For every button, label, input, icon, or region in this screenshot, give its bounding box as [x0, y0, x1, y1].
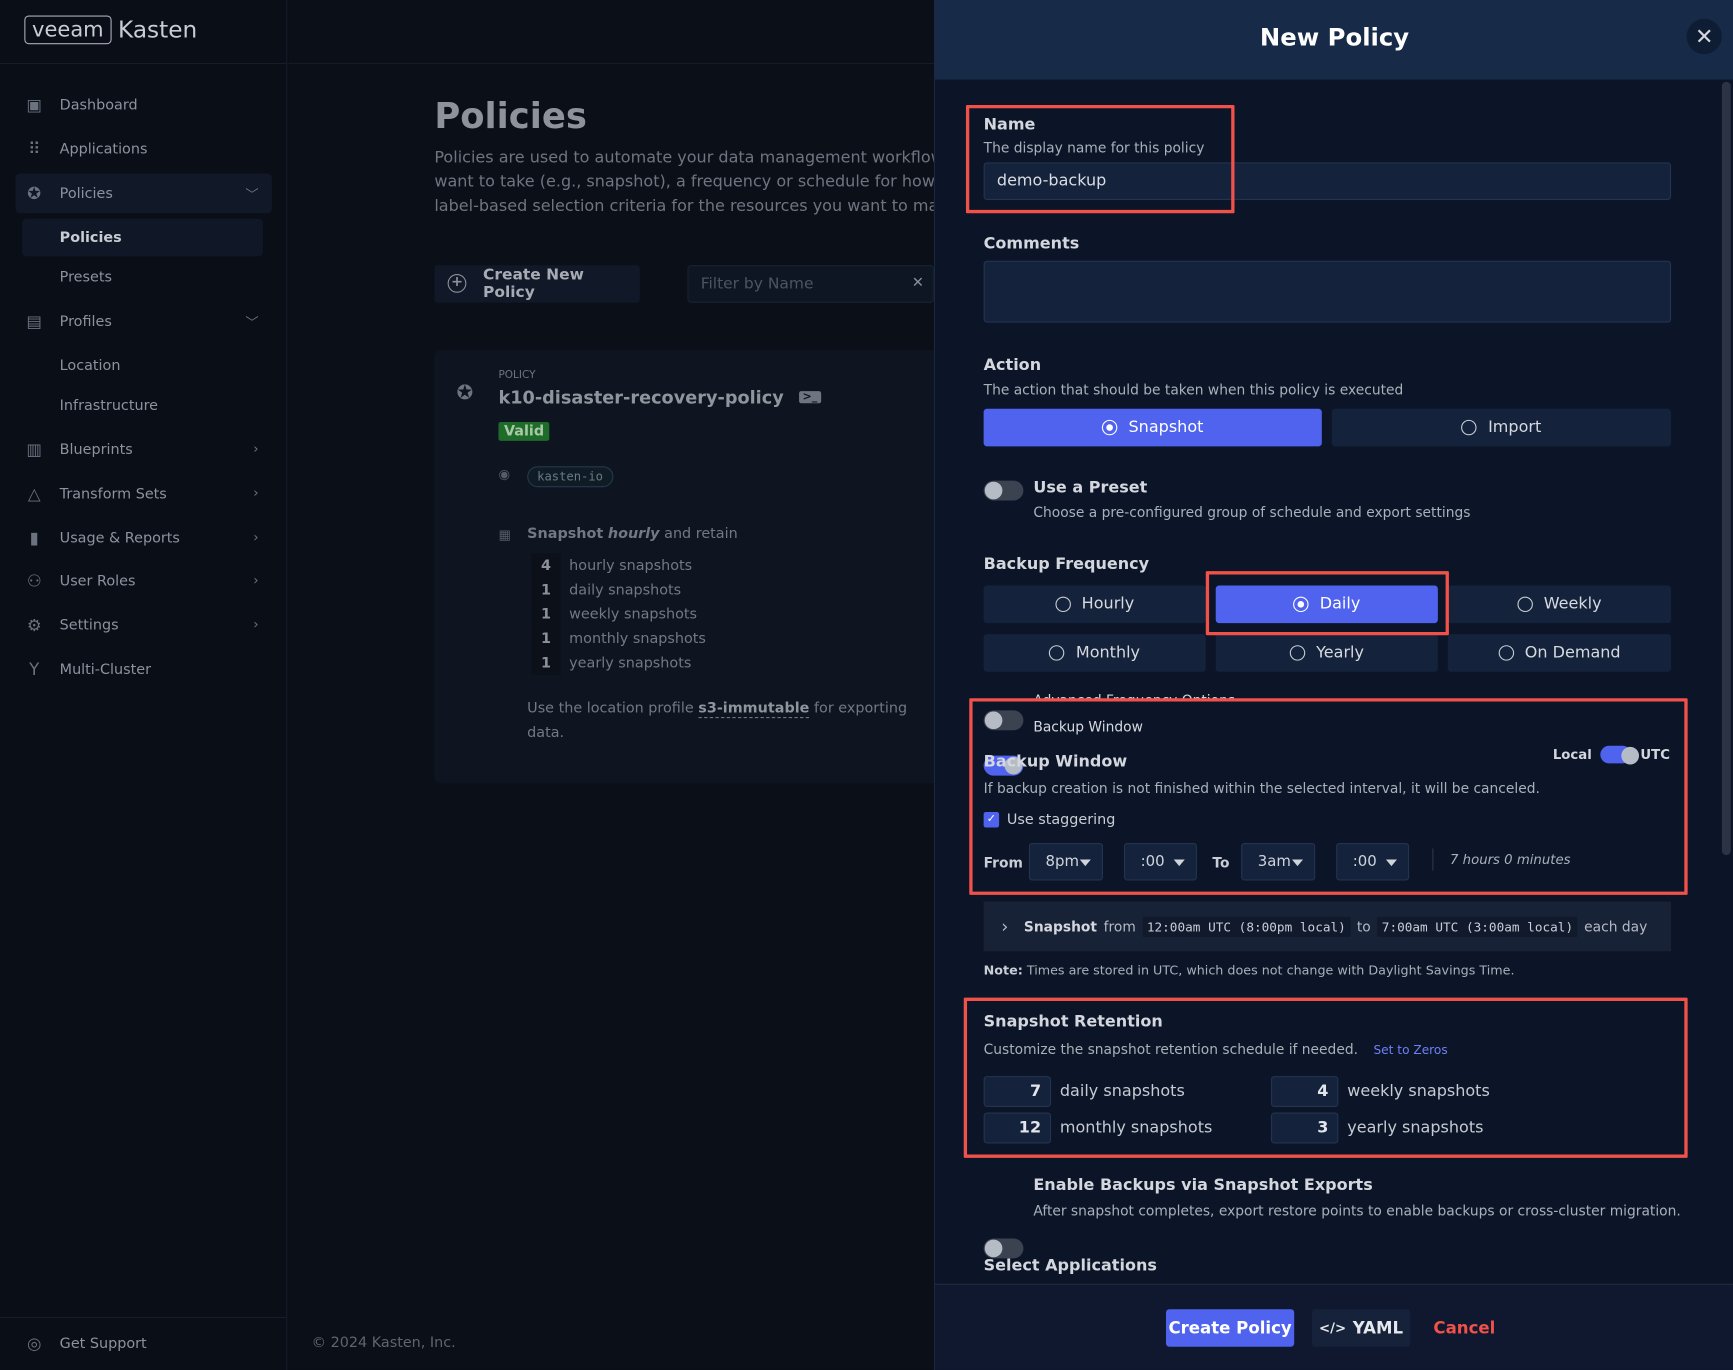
create-policy-button[interactable]: Create Policy — [1165, 1309, 1295, 1347]
highlight-box — [965, 104, 1235, 214]
frequency-hourly-radio[interactable]: Hourly — [983, 585, 1206, 624]
export-info: Use the location profile s3-immutable fo… — [527, 700, 908, 742]
copyright: © 2024 Kasten, Inc. — [311, 1334, 456, 1352]
namespace-tag: kasten-io — [527, 466, 613, 488]
list-item: 1 monthly snapshots — [531, 626, 706, 651]
divider — [288, 62, 934, 65]
list-item: 1 yearly snapshots — [531, 650, 706, 676]
support-icon: ◎ — [27, 1333, 42, 1354]
chevron-down-icon: ﹀ — [245, 314, 259, 331]
plus-circle-icon: + — [447, 273, 467, 293]
panel-header: New Policy ✕ — [934, 0, 1733, 80]
map-icon: ▥ — [26, 439, 43, 460]
chevron-right-icon: › — [1001, 915, 1009, 937]
highlight-box — [1205, 571, 1449, 636]
policy-card[interactable]: ✪ POLICY k10-disaster-recovery-policy >_ … — [434, 350, 943, 784]
sidebar-subitem-location[interactable]: Location — [22, 347, 263, 385]
yaml-button[interactable]: </> YAML — [1311, 1309, 1411, 1347]
radio-icon — [1461, 419, 1478, 436]
retention-list: 4 hourly snapshots 1 daily snapshots 1 week… — [531, 553, 706, 676]
sidebar: veeam Kasten ▣ Dashboard ⠿ Applications ✪ Po… — [0, 0, 288, 1370]
frequency-yearly-radio[interactable]: Yearly — [1215, 634, 1438, 672]
dashboard-icon: ▣ — [26, 95, 43, 115]
ribbon-icon: ✪ — [456, 381, 474, 405]
list-item: 4 hourly snapshots — [531, 553, 706, 578]
radio-icon — [1101, 419, 1118, 436]
snapshot-exports-toggle[interactable] — [983, 1238, 1024, 1259]
comments-textarea[interactable] — [983, 260, 1672, 323]
sidebar-item-applications[interactable]: ⠿ Applications — [15, 129, 271, 169]
code-icon: </> — [1319, 1320, 1347, 1336]
panel-title: New Policy — [1259, 24, 1410, 52]
ribbon-icon: ✪ — [27, 183, 42, 204]
highlight-box — [963, 997, 1688, 1158]
highlight-box — [969, 698, 1688, 895]
sidebar-subitem-infrastructure[interactable]: Infrastructure — [22, 387, 263, 425]
grid-icon: ⠿ — [28, 139, 41, 160]
close-icon[interactable]: ✕ — [1686, 18, 1722, 55]
namespace-icon: ◉ — [498, 466, 511, 482]
chevron-right-icon: › — [253, 616, 259, 632]
gear-icon: ⚙ — [26, 615, 42, 636]
scrollbar-thumb[interactable] — [1721, 81, 1731, 856]
sidebar-subitem-presets[interactable]: Presets — [22, 259, 263, 297]
new-policy-panel: New Policy ✕ Name The display name for t… — [933, 0, 1733, 1370]
sidebar-item-user-roles[interactable]: ⚇ User Roles › — [15, 561, 271, 601]
get-support-link[interactable]: ◎ Get Support — [15, 1324, 271, 1364]
sidebar-item-settings[interactable]: ⚙ Settings › — [15, 605, 271, 645]
status-badge: Valid — [498, 422, 550, 441]
terminal-icon[interactable]: >_ — [799, 391, 821, 404]
frequency-weekly-radio[interactable]: Weekly — [1447, 585, 1672, 624]
chevron-right-icon: › — [253, 529, 259, 545]
schedule-summary[interactable]: › Snapshot from 12:00am UTC (8:00pm local)… — [983, 901, 1672, 952]
branch-icon: Y — [29, 659, 40, 680]
clear-icon[interactable]: ✕ — [912, 275, 924, 292]
policy-name[interactable]: k10-disaster-recovery-policy — [498, 387, 783, 408]
filter-by-name-input[interactable]: Filter by Name ✕ — [687, 265, 934, 303]
sidebar-item-profiles[interactable]: ▤ Profiles ﹀ — [15, 302, 271, 342]
panel-footer: Create Policy </> YAML Cancel — [934, 1283, 1733, 1370]
shapes-icon: △ — [27, 483, 41, 504]
bar-chart-icon: ▮ — [29, 528, 39, 548]
sidebar-item-usage-reports[interactable]: ▮ Usage & Reports › — [15, 518, 271, 558]
frequency-monthly-radio[interactable]: Monthly — [983, 634, 1206, 672]
main-content: Policies Policies are used to automate y… — [288, 0, 943, 1370]
sidebar-item-blueprints[interactable]: ▥ Blueprints › — [15, 430, 271, 470]
document-icon: ▤ — [26, 311, 43, 332]
frequency-on-demand-radio[interactable]: On Demand — [1447, 634, 1672, 672]
chevron-right-icon: › — [253, 440, 259, 457]
action-snapshot-radio[interactable]: Snapshot — [983, 408, 1322, 447]
chevron-down-icon: ﹀ — [245, 186, 259, 203]
action-import-radio[interactable]: Import — [1331, 408, 1672, 447]
list-item: 1 weekly snapshots — [531, 602, 706, 627]
create-new-policy-button[interactable]: + Create New Policy — [434, 265, 640, 303]
calendar-icon: ▦ — [498, 526, 511, 543]
logo: veeam Kasten — [24, 15, 197, 45]
location-profile-link[interactable]: s3-immutable — [698, 700, 810, 719]
chevron-right-icon: › — [253, 572, 259, 588]
divider — [0, 1316, 288, 1319]
users-icon: ⚇ — [26, 571, 42, 592]
sidebar-item-multi-cluster[interactable]: Y Multi-Cluster — [15, 650, 271, 690]
page-title: Policies — [434, 95, 587, 137]
sidebar-item-dashboard[interactable]: ▣ Dashboard — [15, 85, 271, 125]
sidebar-item-transform-sets[interactable]: △ Transform Sets › — [15, 474, 271, 514]
chevron-right-icon: › — [253, 485, 259, 501]
timezone-note: Note: Times are stored in UTC, which doe… — [983, 962, 1515, 978]
sidebar-item-policies[interactable]: ✪ Policies ﹀ — [15, 173, 272, 214]
page-description: Policies are used to automate your data … — [434, 149, 943, 216]
list-item: 1 daily snapshots — [531, 577, 706, 603]
cancel-button[interactable]: Cancel — [1430, 1309, 1499, 1347]
sidebar-subitem-policies[interactable]: Policies — [22, 218, 264, 257]
use-preset-toggle[interactable] — [983, 480, 1024, 501]
divider — [0, 62, 288, 65]
